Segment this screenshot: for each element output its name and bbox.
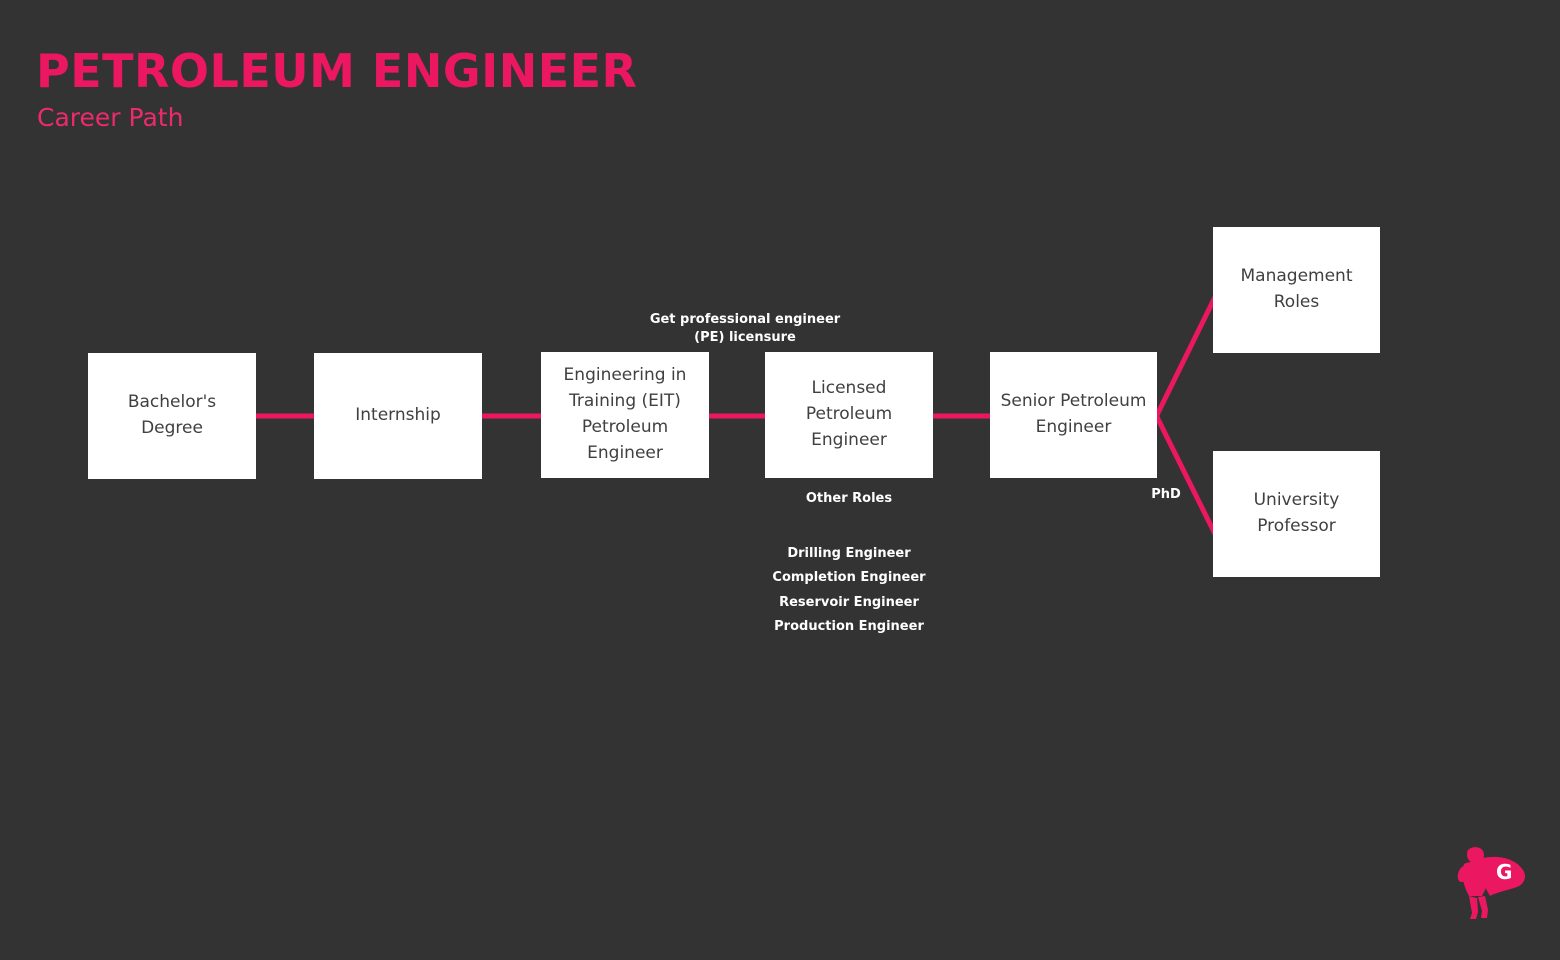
other-roles-annotation: Other Roles Drilling Engineer Completion… [714, 490, 984, 639]
node-internship[interactable]: Internship [314, 353, 482, 479]
list-item: Completion Engineer [772, 570, 926, 586]
career-path-diagram: PETROLEUM ENGINEER Career Path Bachelor'… [0, 0, 1560, 960]
node-bachelors-degree[interactable]: Bachelor's Degree [88, 353, 256, 479]
node-eit-petroleum-engineer[interactable]: Engineering in Training (EIT) Petroleum … [541, 352, 709, 478]
list-item: Reservoir Engineer [779, 594, 919, 610]
node-label: Licensed Petroleum Engineer [805, 378, 893, 450]
node-label: Management Roles [1240, 266, 1353, 312]
page-title: PETROLEUM ENGINEER [36, 44, 638, 98]
edge-label-phd: PhD [1151, 487, 1181, 502]
node-label: Internship [355, 405, 441, 426]
node-licensed-petroleum-engineer[interactable]: Licensed Petroleum Engineer [765, 352, 933, 478]
edge-senior-branch-professor [1153, 413, 1221, 542]
other-roles-list: Drilling Engineer Completion Engineer Re… [714, 542, 984, 639]
node-label: University Professor [1253, 490, 1340, 536]
list-item: Production Engineer [774, 618, 924, 634]
node-management-roles[interactable]: Management Roles [1213, 227, 1380, 353]
list-item: Drilling Engineer [787, 546, 911, 562]
superhero-logo-icon: G [1457, 847, 1525, 919]
node-label: Engineering in Training (EIT) Petroleum … [563, 365, 687, 463]
page-subtitle: Career Path [37, 102, 184, 132]
other-roles-title: Other Roles [805, 491, 893, 506]
node-senior-petroleum-engineer[interactable]: Senior Petroleum Engineer [990, 352, 1157, 478]
node-label: Bachelor's Degree [127, 392, 217, 438]
edge-senior-branch-management [1153, 289, 1221, 419]
logo-letter: G [1496, 860, 1512, 884]
edge-label-pe-licensure: Get professional engineer (PE) licensure [649, 312, 841, 345]
header: PETROLEUM ENGINEER Career Path [36, 48, 736, 130]
node-label: Senior Petroleum Engineer [1000, 391, 1147, 437]
node-university-professor[interactable]: University Professor [1213, 451, 1380, 577]
